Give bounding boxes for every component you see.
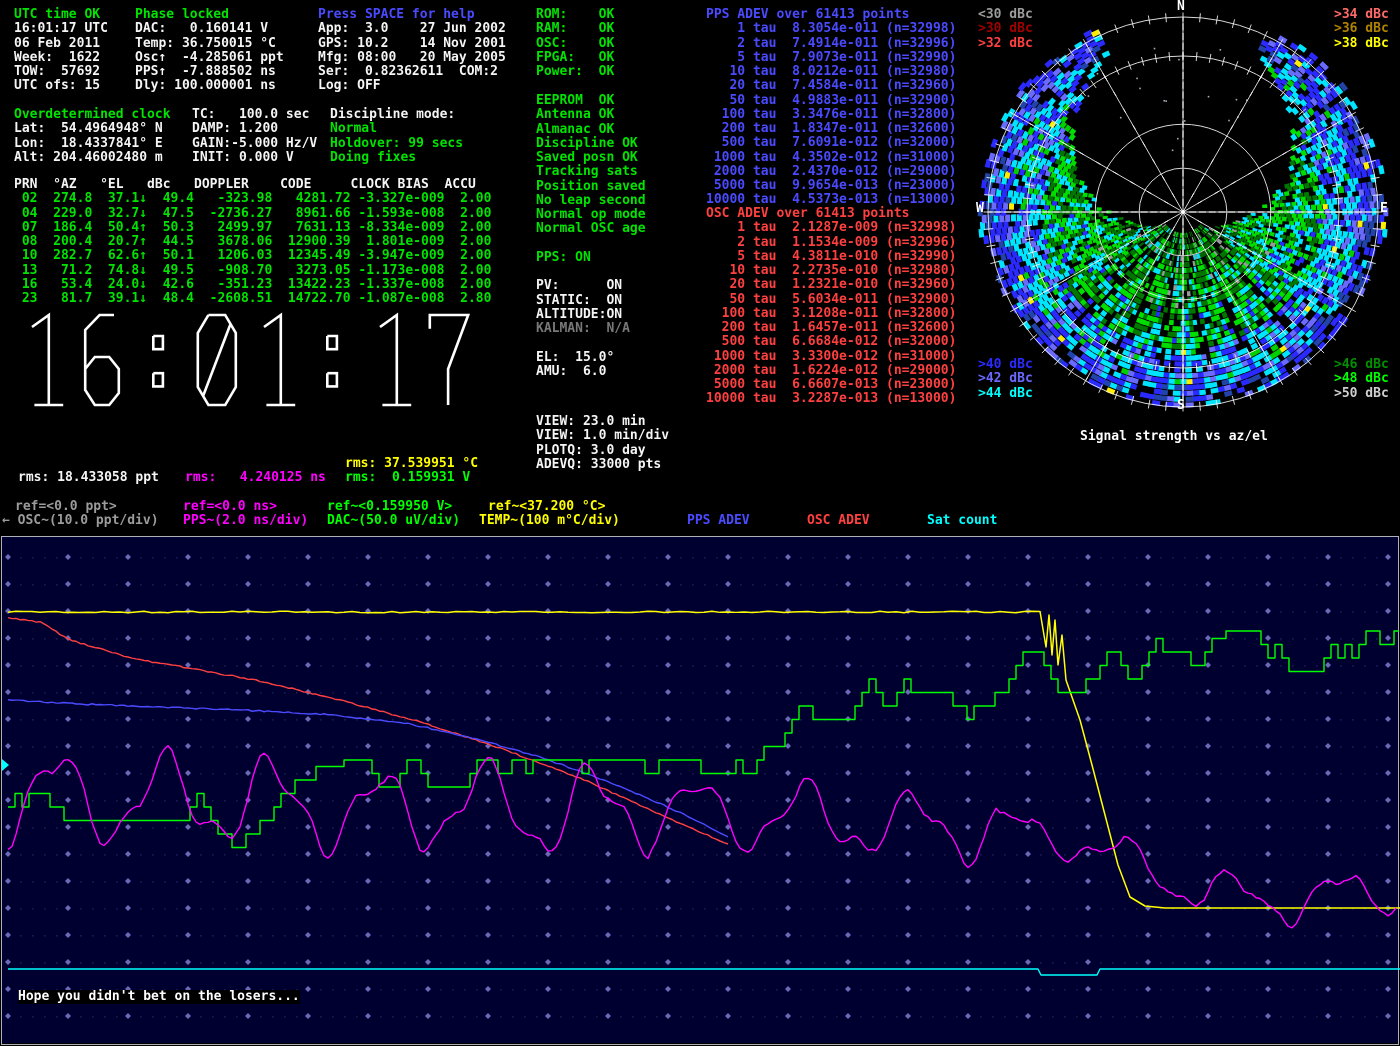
position-info: Overdetermined clockLat: 54.4964948° NLo… bbox=[14, 108, 171, 165]
clock-digit-stroke bbox=[153, 373, 163, 386]
plot-legend-osc-adev: OSC ADEV bbox=[807, 514, 870, 528]
clock-digit-stroke bbox=[85, 315, 119, 405]
rms-osc: rms: 18.433058 ppt bbox=[18, 471, 159, 485]
compass-north-label: N bbox=[1177, 0, 1185, 14]
dbc-legend-top-right: >34 dBc>36 dBc>38 dBc bbox=[1334, 8, 1389, 51]
clock-digit-stroke bbox=[327, 373, 337, 386]
clock-digit-stroke bbox=[32, 315, 49, 405]
discipline-params: TC: 100.0 secDAMP: 1.200GAIN:-5.000 Hz/V… bbox=[192, 108, 317, 165]
plot-legend-pps-adev: PPS ADEV bbox=[687, 514, 750, 528]
utc-status: UTC time OK16:01:17 UTC06 Feb 2011Week: … bbox=[14, 8, 108, 94]
clock-digit-stroke bbox=[380, 315, 397, 405]
polar-plot-caption: Signal strength vs az/el bbox=[1080, 430, 1268, 444]
version-info: Press SPACE for helpApp: 3.0 27 Jun 2002… bbox=[318, 8, 506, 94]
strip-chart-plot-area[interactable] bbox=[0, 535, 1400, 1046]
clock-digit-stroke bbox=[327, 336, 337, 349]
receiver-status: EEPROM OKAntenna OKAlmanac OKDiscipline … bbox=[536, 94, 646, 379]
dbc-legend-top-left: <30 dBc>30 dBc>32 dBc bbox=[978, 8, 1033, 51]
pps-adev-table: PPS ADEV over 61413 points 1 tau 8.3054e… bbox=[706, 8, 956, 208]
scale-pps: PPS~(2.0 ns/div) bbox=[183, 514, 308, 528]
plot-status-message: Hope you didn't bet on the losers... bbox=[18, 990, 300, 1004]
compass-east-label: E bbox=[1380, 202, 1388, 216]
clock-digit-stroke bbox=[153, 336, 163, 349]
osc-adev-table: OSC ADEV over 61413 points 1 tau 2.1287e… bbox=[706, 207, 956, 407]
compass-south-label: S bbox=[1177, 399, 1185, 413]
plot-legend-sat-count: Sat count bbox=[927, 514, 997, 528]
plot-queue-info: VIEW: 23.0 minVIEW: 1.0 min/divPLOTQ: 3.… bbox=[536, 415, 669, 472]
clock-digit-stroke bbox=[203, 324, 230, 396]
satellite-table: PRN °AZ °EL dBc DOPPLER CODE CLOCK BIAS … bbox=[14, 178, 491, 306]
lady-heather-main-screen: N S W E Signal strength vs az/el Hope yo… bbox=[0, 0, 1400, 1046]
dbc-legend-bottom-left: >40 dBc>42 dBc>44 dBc bbox=[978, 358, 1033, 401]
dbc-legend-bottom-right: >46 dBc>48 dBc>50 dBc bbox=[1334, 358, 1389, 401]
clock-digit-stroke bbox=[264, 315, 281, 405]
oscillator-status: Phase lockedDAC: 0.160141 VTemp: 36.7500… bbox=[135, 8, 284, 94]
clock-digit-stroke bbox=[430, 315, 468, 405]
scale-temp: TEMP~(100 m°C/div) bbox=[479, 514, 620, 528]
compass-west-label: W bbox=[976, 202, 984, 216]
self-test-status: ROM: OKRAM: OKOSC: OKFPGA: OKPower: OK bbox=[536, 8, 614, 79]
big-digital-clock bbox=[16, 310, 496, 414]
scale-osc: ← OSC~(10.0 ppt/div) bbox=[2, 514, 159, 528]
satellite-signal-polar-map bbox=[973, 0, 1393, 440]
scale-dac: DAC~(50.0 uV/div) bbox=[327, 514, 460, 528]
discipline-mode: Discipline mode:NormalHoldover: 99 secsD… bbox=[330, 108, 463, 165]
rms-pps: rms: 4.240125 ns bbox=[185, 471, 326, 485]
rms-dac: rms: 0.159931 V bbox=[345, 471, 470, 485]
